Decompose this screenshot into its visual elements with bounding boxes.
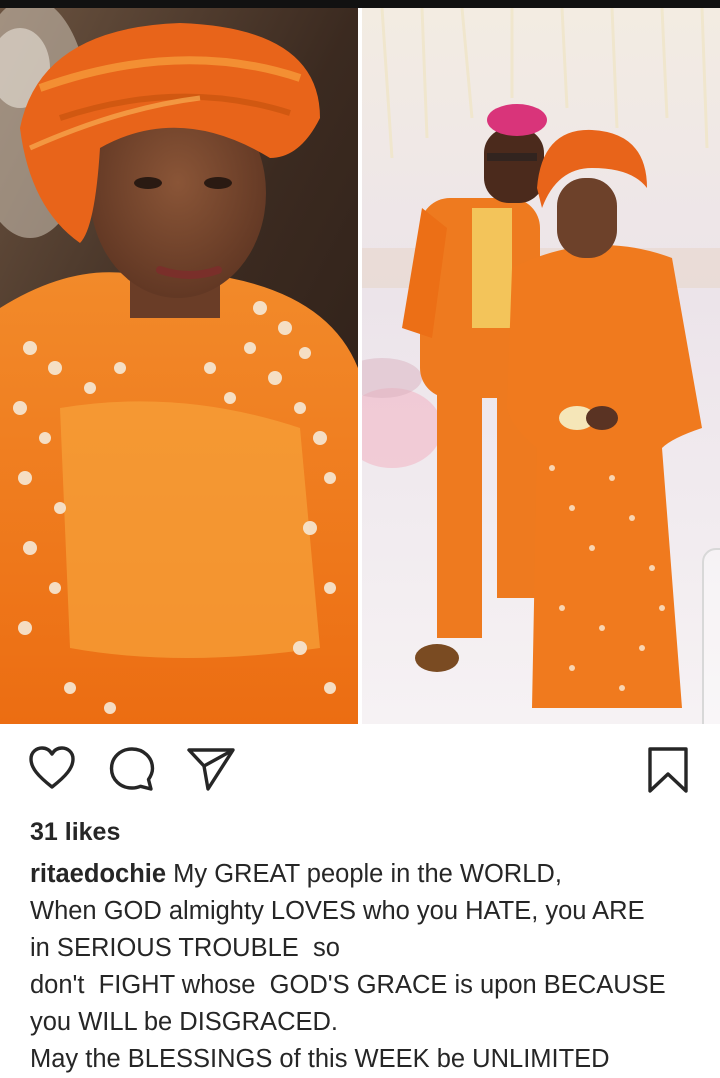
caption-line-2: When GOD almighty LOVES who you HATE, yo…: [30, 897, 645, 925]
couple-image: [362, 8, 720, 724]
heart-icon[interactable]: [28, 746, 76, 795]
bookmark-icon[interactable]: [646, 746, 690, 799]
caption-line-4: don't FIGHT whose GOD'S GRACE is upon BE…: [30, 971, 666, 999]
username-link[interactable]: ritaedochie: [30, 860, 166, 888]
likes-count[interactable]: 31 likes: [30, 818, 120, 847]
status-bar-edge: [0, 0, 720, 8]
caption-text: My GREAT people in the WORLD,: [166, 860, 562, 888]
caption-line-1: ritaedochie My GREAT people in the WORLD…: [30, 856, 700, 893]
post-caption: ritaedochie My GREAT people in the WORLD…: [30, 856, 700, 1078]
caption-line-3: in SERIOUS TROUBLE so: [30, 934, 340, 962]
portrait-image: [0, 8, 358, 724]
send-icon[interactable]: [186, 746, 236, 797]
post-photo-right[interactable]: [362, 8, 720, 724]
comment-icon[interactable]: [108, 746, 156, 797]
post-action-bar: [0, 724, 720, 814]
caption-line-5: you WILL be DISGRACED.: [30, 1008, 338, 1036]
side-scroll-handle[interactable]: [702, 548, 720, 724]
caption-line-6: May the BLESSINGS of this WEEK be UNLIMI…: [30, 1045, 610, 1073]
post-photo-left[interactable]: [0, 8, 358, 724]
